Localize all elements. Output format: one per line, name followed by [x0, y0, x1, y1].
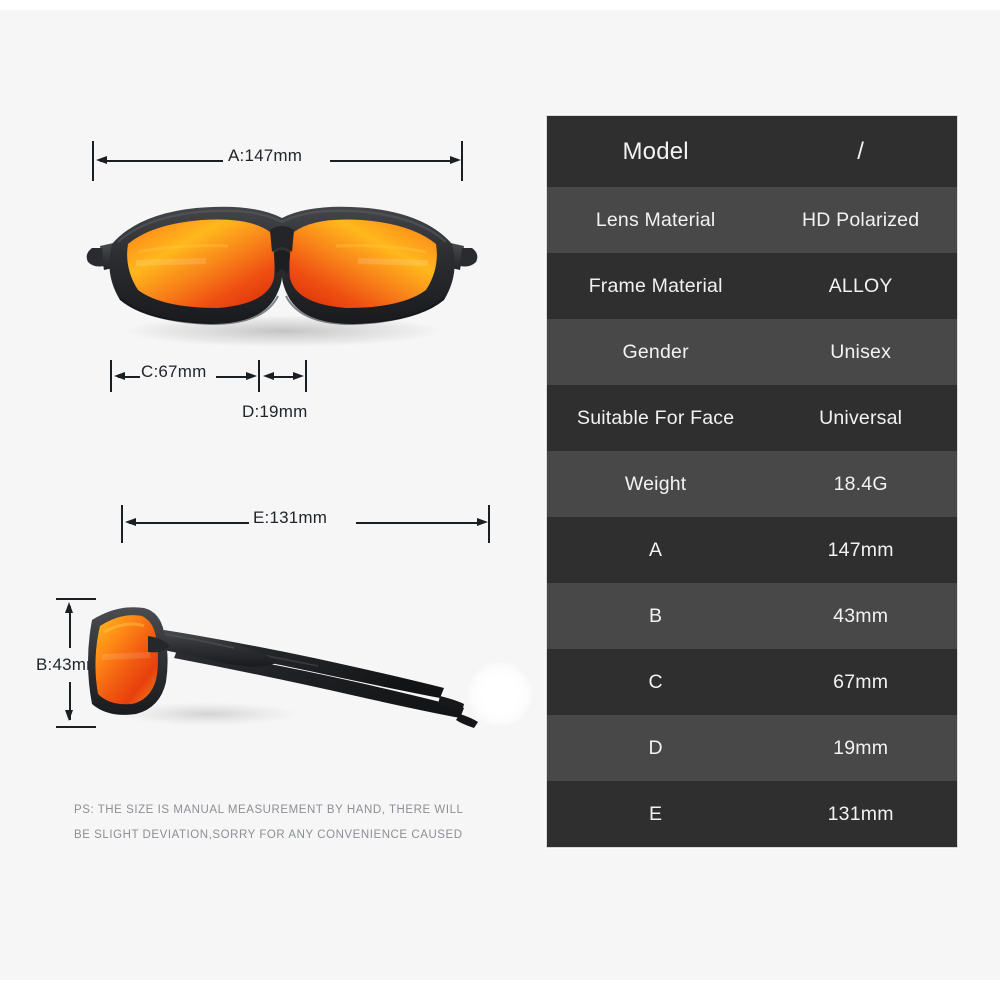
spec-row-key: D	[648, 736, 663, 759]
dimension-d-arrow-right	[293, 372, 304, 380]
product-images-panel: A:147mm C:67mm D:19mm E:131mm B:43mm PS:…	[0, 0, 532, 1000]
sunglasses-side-view	[88, 607, 478, 728]
spec-row: E 131mm	[547, 781, 957, 847]
spec-row: Weight 18.4G	[547, 451, 957, 517]
dimension-d-tick-right	[305, 360, 307, 392]
dimension-a-tick-right	[461, 141, 463, 181]
spec-row-key: B	[649, 604, 663, 627]
spec-row: D 19mm	[547, 715, 957, 781]
spec-row-key: Gender	[622, 340, 689, 363]
spec-row: Lens Material HD Polarized	[547, 187, 957, 253]
dimension-a-tick-left	[92, 141, 94, 181]
lighting-glow	[468, 662, 532, 726]
spec-row-value: 131mm	[827, 802, 894, 825]
spec-row-key: Weight	[624, 472, 687, 495]
spec-row-value: Universal	[819, 406, 903, 429]
dimension-c-arrow-right	[246, 372, 257, 380]
dimension-e-arrow-right	[477, 518, 488, 526]
spec-row-value: 67mm	[833, 670, 889, 693]
dimension-e-label: E:131mm	[253, 508, 328, 527]
spec-row-value: 43mm	[833, 604, 889, 627]
spec-row-value: ALLOY	[828, 274, 893, 297]
spec-row-key: Lens Material	[595, 208, 716, 231]
spec-row: Frame Material ALLOY	[547, 253, 957, 319]
dimension-d-label: D:19mm	[242, 402, 308, 421]
spec-row-value: /	[857, 137, 865, 165]
dimension-b-arrow-up	[65, 602, 73, 613]
spec-row: Suitable For Face Universal	[547, 385, 957, 451]
dimension-a-line-right	[330, 160, 455, 162]
dimension-e-line-left	[129, 522, 249, 524]
dimension-a-label: A:147mm	[228, 146, 303, 165]
dimension-a-line-left	[100, 160, 223, 162]
spec-row-value: 147mm	[827, 538, 894, 561]
spec-row-key: Frame Material	[588, 274, 723, 297]
dimension-d-arrow-left	[263, 372, 274, 380]
dimension-c-tick-left	[110, 360, 112, 392]
dimension-c-tick-right	[258, 360, 260, 392]
spec-row: C 67mm	[547, 649, 957, 715]
dimension-e-line-right	[356, 522, 482, 524]
spec-row: Model /	[547, 116, 957, 187]
dimension-a-arrow-left	[96, 156, 107, 164]
dimension-c-arrow-left	[114, 372, 125, 380]
spec-row-key: A	[649, 538, 663, 561]
spec-row-key: Model	[622, 137, 689, 165]
specification-table: Model / Lens Material HD Polarized Frame Mat…	[546, 115, 958, 848]
spec-row: B 43mm	[547, 583, 957, 649]
dimension-e-tick-left	[121, 505, 123, 543]
spec-row: A 147mm	[547, 517, 957, 583]
spec-row-value: 18.4G	[833, 472, 888, 495]
dimension-c-line-right	[216, 376, 250, 378]
measurement-disclaimer: PS: THE SIZE IS MANUAL MEASUREMENT BY HA…	[74, 798, 494, 848]
dimension-e-arrow-left	[125, 518, 136, 526]
spec-row-key: Suitable For Face	[576, 406, 735, 429]
product-spec-page: A:147mm C:67mm D:19mm E:131mm B:43mm PS:…	[0, 0, 1000, 1000]
spec-row-value: HD Polarized	[802, 208, 920, 231]
disclaimer-line-1: PS: THE SIZE IS MANUAL MEASUREMENT BY HA…	[74, 804, 464, 816]
dimension-e-tick-right	[488, 505, 490, 543]
dimension-b-arrow-down	[65, 710, 73, 721]
spec-row: Gender Unisex	[547, 319, 957, 385]
dimension-c-label: C:67mm	[141, 362, 207, 381]
disclaimer-line-2: BE SLIGHT DEVIATION,SORRY FOR ANY CONVEN…	[74, 829, 463, 841]
spec-row-key: C	[648, 670, 663, 693]
sunglasses-front-view	[86, 206, 478, 347]
dimension-a-arrow-right	[450, 156, 461, 164]
spec-row-key: E	[649, 802, 663, 825]
spec-row-value: Unisex	[830, 340, 892, 363]
spec-row-value: 19mm	[833, 736, 889, 759]
